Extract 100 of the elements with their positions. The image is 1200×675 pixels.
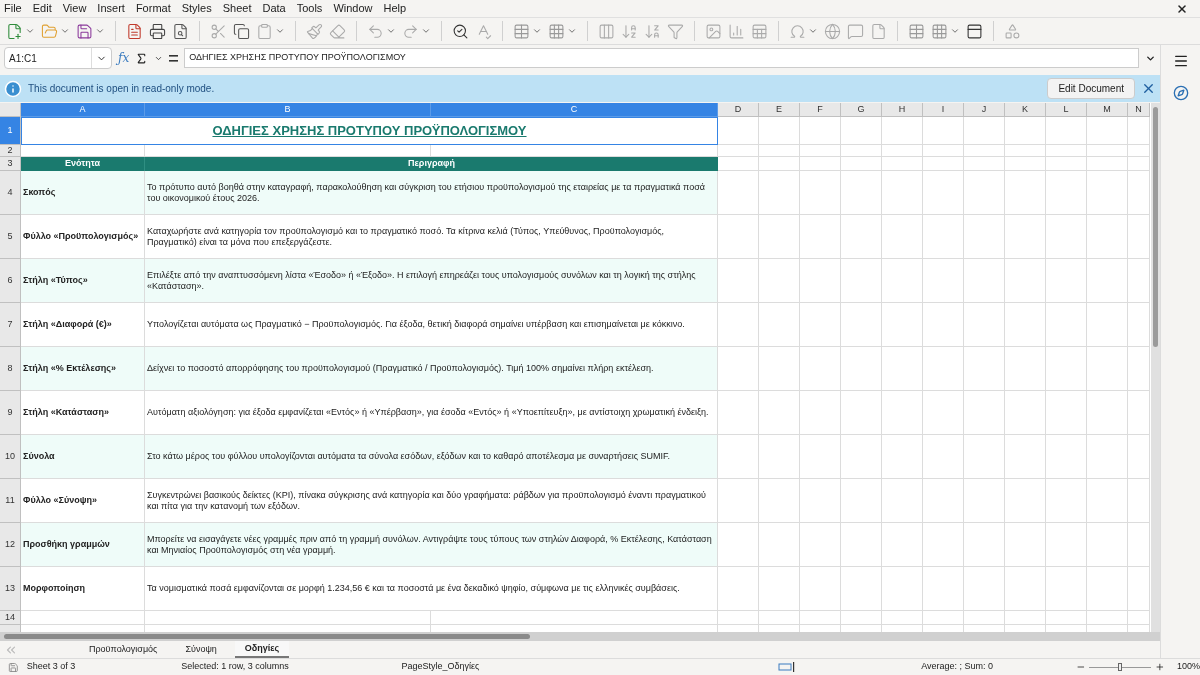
column-header[interactable]: H [882,103,923,117]
edit-document-button[interactable]: Edit Document [1047,78,1135,99]
save-icon[interactable] [76,22,93,40]
pivot-table-icon[interactable] [751,22,768,40]
find-replace-icon[interactable] [452,22,469,40]
folder-icon[interactable] [41,22,58,40]
menu-item[interactable]: Help [383,0,407,17]
shapes-icon[interactable] [1004,22,1021,40]
sheet-tab[interactable]: Προϋπολογισμός [79,641,168,658]
dropdown-caret-icon[interactable] [532,26,542,36]
sort-ascending-icon[interactable] [621,22,638,40]
formula-equals-icon[interactable] [169,54,179,62]
table-icon[interactable] [513,22,530,40]
redo-icon[interactable] [402,22,419,40]
row-header[interactable]: 11 [0,479,21,523]
row-header[interactable]: 1 [0,117,21,145]
sheet-tab[interactable]: Σύνοψη [175,641,227,658]
paste-icon[interactable] [256,22,273,40]
paintbrush-icon[interactable] [306,22,323,40]
title-cell: ΟΔΗΓΙΕΣ ΧΡΗΣΗΣ ΠΡΟΤΥΠΟΥ ΠΡΟΫΠΟΛΟΓΙΣΜΟΥ [21,117,718,145]
dropdown-caret-icon[interactable] [950,26,960,36]
row-header[interactable]: 12 [0,523,21,567]
row-header[interactable]: 13 [0,567,21,611]
column-header[interactable]: G [841,103,882,117]
menu-item[interactable]: Insert [97,0,125,17]
columns-icon[interactable] [598,22,615,40]
column-header[interactable]: A [21,103,145,117]
row-header[interactable]: 3 [0,157,21,171]
column-header[interactable]: F [800,103,841,117]
row-header[interactable]: 5 [0,215,21,259]
menu-item[interactable]: Window [333,0,373,17]
column-header[interactable]: D [718,103,759,117]
function-wizard-icon[interactable]: ƒx [118,49,130,67]
name-box[interactable]: A1:C1 [4,47,112,69]
column-header[interactable]: C [431,103,718,117]
corner-header[interactable] [0,103,21,117]
zoom-in-icon[interactable] [1155,662,1165,672]
dropdown-caret-icon[interactable] [386,26,396,36]
freeze-rows-icon[interactable] [931,22,948,40]
dropdown-caret-icon[interactable] [567,26,577,36]
row-header[interactable]: 9 [0,391,21,435]
comment-icon[interactable] [847,22,864,40]
cut-icon[interactable] [210,22,227,40]
dropdown-caret-icon[interactable] [275,26,285,36]
column-header[interactable]: L [1046,103,1087,117]
column-header[interactable]: B [145,103,431,117]
sort-descending-icon[interactable] [644,22,661,40]
row-header[interactable]: 2 [0,145,21,157]
dropdown-caret-icon[interactable] [808,26,818,36]
navigator-icon[interactable] [1172,85,1189,101]
horizontal-scrollbar[interactable] [0,632,1160,641]
column-header[interactable]: I [923,103,964,117]
new-document-icon[interactable] [6,22,23,40]
row-header[interactable]: 8 [0,347,21,391]
menu-item[interactable]: View [62,0,87,17]
table-cell: Τα νομισματικά ποσά εμφανίζονται σε μορφή 1.234,56 € και τα ποσοστά με ένα δεκαδικό ψηφίο, σύμφωνα με τις ελληνικές συμβάσεις. [145,567,718,611]
close-icon[interactable] [1176,2,1188,15]
row-header[interactable]: 7 [0,303,21,347]
dropdown-caret-icon[interactable] [60,26,70,36]
split-window-icon[interactable] [966,22,983,40]
formula-input[interactable]: ΟΔΗΓΙΕΣ ΧΡΗΣΗΣ ΠΡΟΤΥΠΟΥ ΠΡΟΫΠΟΛΟΓΙΣΜΟΥ [184,48,1139,68]
print-preview-icon[interactable] [172,22,189,40]
zoom-slider-thumb[interactable] [1118,663,1123,671]
column-header[interactable]: E [759,103,800,117]
menu-icon[interactable] [1172,53,1189,69]
menu-item[interactable]: Format [135,0,171,17]
row-header[interactable]: 14 [0,611,21,625]
column-header[interactable]: K [1005,103,1046,117]
clear-formatting-icon[interactable] [329,22,346,40]
menu-item[interactable]: Styles [181,0,212,17]
menu-item[interactable]: File [4,0,22,17]
column-header[interactable]: M [1087,103,1128,117]
menu-item[interactable]: Edit [32,0,52,17]
vertical-scrollbar[interactable] [1151,103,1160,632]
hyperlink-icon[interactable] [824,22,841,40]
chart-icon[interactable] [728,22,745,40]
column-header[interactable]: N [1128,103,1150,117]
define-print-area-icon[interactable] [908,22,925,40]
dropdown-caret-icon[interactable] [421,26,431,36]
dropdown-caret-icon[interactable] [25,26,35,36]
header-footer-icon[interactable] [870,22,887,40]
printer-icon[interactable] [149,22,166,40]
row-header[interactable]: 4 [0,171,21,215]
filter-icon[interactable] [667,22,684,40]
menu-item[interactable]: Sheet [222,0,252,17]
row-header[interactable]: 6 [0,259,21,303]
pdf-export-icon[interactable] [126,22,143,40]
grid-icon[interactable] [548,22,565,40]
sheet-tab[interactable]: Οδηγίες [234,641,290,658]
table-cell: Μορφοποίηση [21,567,145,611]
dropdown-caret-icon[interactable] [95,26,105,36]
image-icon[interactable] [705,22,722,40]
menu-item[interactable]: Tools [296,0,323,17]
column-header[interactable]: J [964,103,1005,117]
table-cell: Υπολογίζεται αυτόματα ως Πραγματικό − Προϋπολογισμός. Για έξοδα, θετική διαφορά σημαίνει υπέρβαση και επισημαίνεται με κόκκινο. [145,303,718,347]
menu-item[interactable]: Data [262,0,286,17]
undo-icon[interactable] [367,22,384,40]
copy-icon[interactable] [233,22,250,40]
row-header[interactable]: 10 [0,435,21,479]
special-character-icon[interactable] [789,22,806,40]
